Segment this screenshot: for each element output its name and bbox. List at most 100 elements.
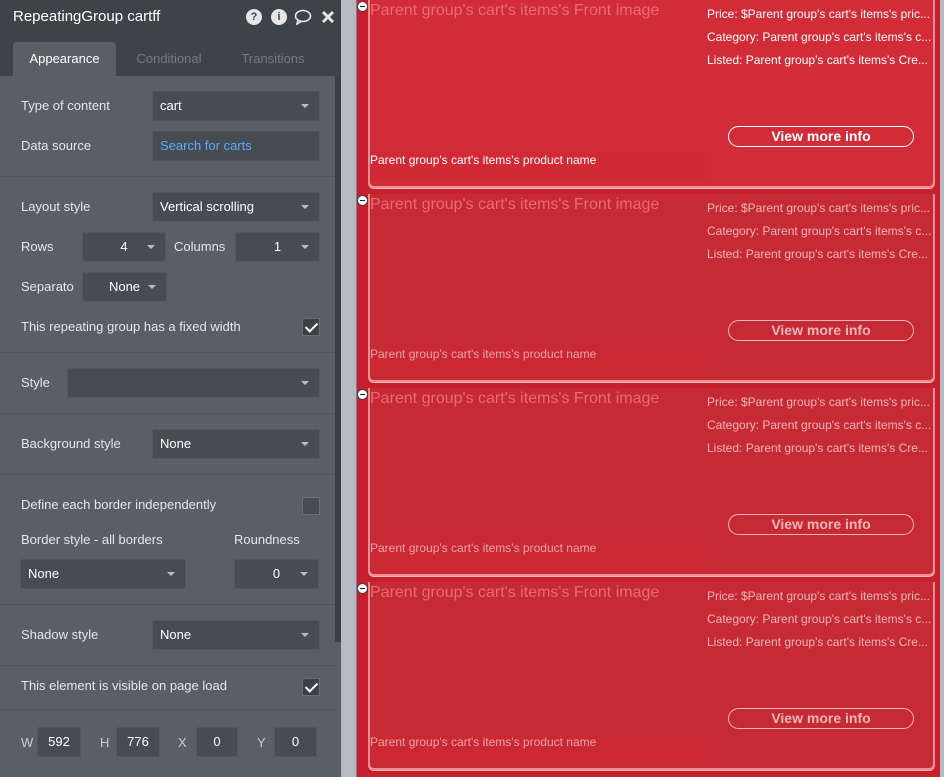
visible-on-load-checkbox[interactable] [302, 678, 320, 696]
divider [0, 413, 336, 414]
property-editor-panel: RepeatingGroup cartff ? i Appearance Con… [0, 0, 341, 777]
chevron-down-icon [167, 572, 175, 576]
border-independent-checkbox[interactable] [302, 497, 320, 515]
rows-value: 4 [120, 239, 128, 254]
columns-value: 1 [273, 239, 282, 254]
border-independent-label: Define each border independently [21, 497, 217, 512]
view-more-info-button[interactable]: View more info [728, 708, 914, 729]
divider [0, 352, 336, 353]
chevron-down-icon [301, 245, 309, 249]
separator-dropdown[interactable]: None [82, 272, 167, 302]
style-dropdown[interactable] [67, 368, 320, 398]
chevron-down-icon [300, 572, 308, 576]
panel-header: RepeatingGroup cartff ? i [0, 0, 341, 36]
front-image-placeholder[interactable]: Parent group's cart's items's Front imag… [370, 390, 659, 408]
tab-bar: Appearance Conditional Transitions [0, 36, 341, 76]
view-more-info-button[interactable]: View more info [728, 126, 914, 147]
chevron-down-icon [147, 245, 155, 249]
x-input[interactable]: 0 [196, 727, 238, 757]
columns-label: Columns [174, 239, 226, 254]
repeating-group-cell[interactable]: Parent group's cart's items's Front imag… [368, 388, 935, 576]
category-text: Category: Parent group's cart's items's … [707, 612, 932, 626]
visible-on-load-label: This element is visible on page load [21, 678, 227, 693]
tab-transitions[interactable]: Transitions [225, 42, 321, 76]
layout-style-dropdown[interactable]: Vertical scrolling [152, 192, 320, 222]
front-image-placeholder[interactable]: Parent group's cart's items's Front imag… [370, 584, 659, 602]
background-style-value: None [160, 436, 192, 451]
collapse-icon[interactable] [357, 195, 368, 206]
width-input[interactable]: 592 [37, 727, 81, 757]
front-image-placeholder[interactable]: Parent group's cart's items's Front imag… [370, 196, 659, 214]
panel-title: RepeatingGroup cartff [13, 8, 161, 25]
price-text: Price: $Parent group's cart's items's pr… [707, 395, 930, 409]
border-style-label: Border style - all borders [21, 532, 163, 547]
roundness-dropdown[interactable]: 0 [234, 559, 319, 589]
width-label: W [21, 735, 34, 750]
divider [0, 474, 336, 475]
fixed-width-label: This repeating group has a fixed width [21, 319, 241, 334]
divider [0, 604, 336, 605]
repeating-group-cell[interactable]: Parent group's cart's items's Front imag… [368, 194, 935, 382]
data-source-value[interactable]: Search for carts [160, 138, 252, 153]
help-icon[interactable]: ? [246, 9, 262, 25]
chevron-down-icon [301, 442, 309, 446]
layout-style-value: Vertical scrolling [160, 199, 254, 214]
collapse-icon[interactable] [357, 389, 368, 400]
chevron-down-icon [148, 285, 156, 289]
repeating-group-cell[interactable]: Parent group's cart's items's Front imag… [368, 582, 935, 770]
data-source-field[interactable]: Search for carts [152, 131, 320, 161]
divider [0, 709, 336, 710]
price-text: Price: $Parent group's cart's items's pr… [707, 201, 930, 215]
price-text: Price: $Parent group's cart's items's pr… [707, 589, 930, 603]
view-more-info-button[interactable]: View more info [728, 514, 914, 535]
tab-conditional[interactable]: Conditional [121, 42, 217, 76]
listed-text: Listed: Parent group's cart's items's Cr… [707, 247, 928, 261]
collapse-icon[interactable] [357, 583, 368, 594]
chevron-down-icon [301, 104, 309, 108]
listed-text: Listed: Parent group's cart's items's Cr… [707, 635, 928, 649]
price-text: Price: $Parent group's cart's items's pr… [707, 7, 930, 21]
type-of-content-value: cart [160, 98, 182, 113]
shadow-style-dropdown[interactable]: None [152, 620, 320, 650]
category-text: Category: Parent group's cart's items's … [707, 224, 932, 238]
listed-text: Listed: Parent group's cart's items's Cr… [707, 441, 928, 455]
y-label: Y [257, 735, 266, 750]
tab-appearance[interactable]: Appearance [13, 42, 116, 76]
type-of-content-dropdown[interactable]: cart [152, 91, 320, 121]
repeating-group-cell[interactable]: Parent group's cart's items's Front imag… [368, 0, 935, 188]
border-style-dropdown[interactable]: None [20, 559, 186, 589]
rows-label: Rows [21, 239, 54, 254]
product-name-text: Parent group's cart's items's product na… [370, 540, 710, 570]
background-style-label: Background style [21, 436, 121, 451]
roundness-value: 0 [272, 566, 281, 581]
separator-label: Separato [21, 279, 74, 294]
border-style-value: None [28, 566, 60, 581]
background-style-dropdown[interactable]: None [152, 429, 320, 459]
columns-dropdown[interactable]: 1 [235, 232, 320, 262]
fixed-width-checkbox[interactable] [302, 318, 320, 336]
layout-style-label: Layout style [21, 199, 91, 214]
collapse-icon[interactable] [357, 1, 368, 12]
divider [0, 176, 336, 177]
roundness-label: Roundness [234, 532, 300, 547]
chevron-down-icon [301, 633, 309, 637]
view-more-info-button[interactable]: View more info [728, 320, 914, 341]
product-name-text: Parent group's cart's items's product na… [370, 152, 710, 182]
shadow-style-label: Shadow style [21, 627, 99, 642]
comment-icon[interactable] [294, 9, 312, 28]
rows-dropdown[interactable]: 4 [82, 232, 166, 262]
product-name-text: Parent group's cart's items's product na… [370, 734, 710, 764]
info-icon[interactable]: i [271, 9, 287, 25]
data-source-label: Data source [21, 138, 92, 153]
front-image-placeholder[interactable]: Parent group's cart's items's Front imag… [370, 2, 659, 20]
product-name-text: Parent group's cart's items's product na… [370, 346, 710, 376]
divider [0, 665, 336, 666]
height-label: H [100, 735, 110, 750]
category-text: Category: Parent group's cart's items's … [707, 30, 932, 44]
height-input[interactable]: 776 [116, 727, 160, 757]
type-of-content-label: Type of content [21, 98, 110, 113]
chevron-down-icon [301, 381, 309, 385]
y-input[interactable]: 0 [274, 727, 317, 757]
shadow-style-value: None [160, 627, 192, 642]
close-icon[interactable] [321, 10, 335, 27]
